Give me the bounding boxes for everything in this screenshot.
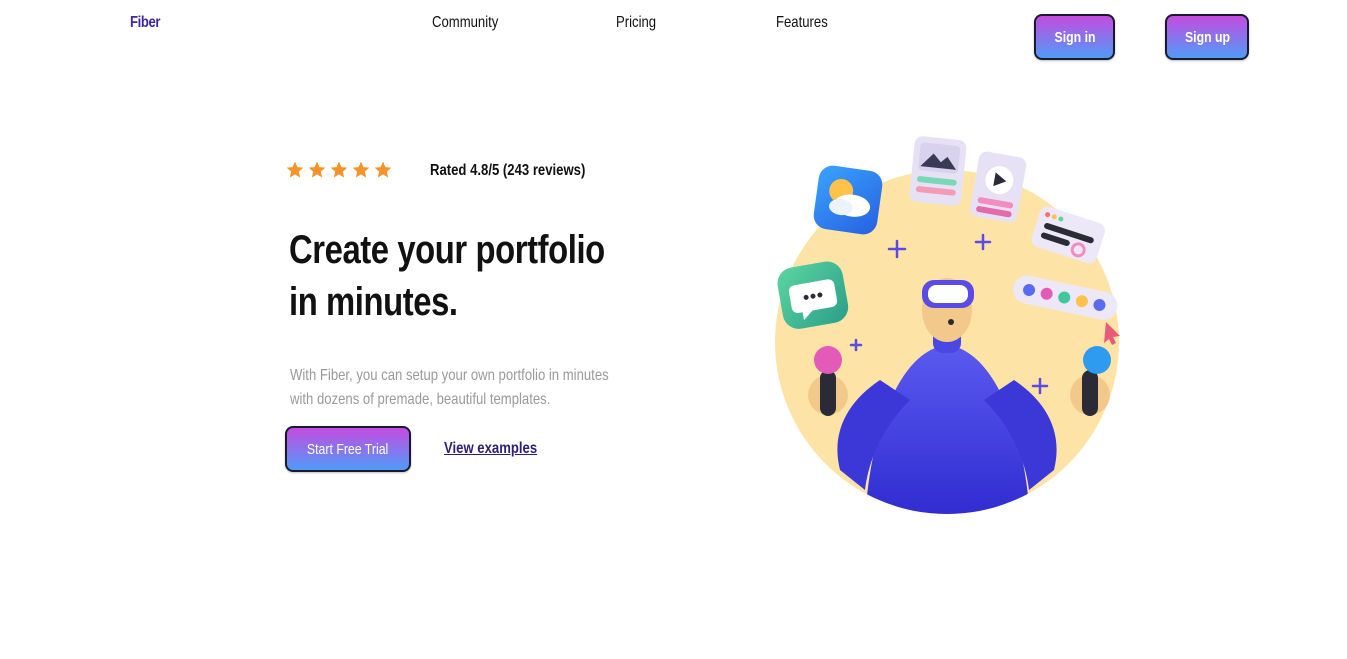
headline-line-1: Create your portfolio (289, 228, 605, 272)
hero-headline: Create your portfolio in minutes. (289, 224, 633, 328)
right-controller-ball (1083, 346, 1111, 374)
star-icon (374, 161, 392, 178)
hero-description: With Fiber, you can setup your own portf… (290, 367, 609, 408)
nav-link-pricing[interactable]: Pricing (616, 14, 656, 32)
weather-app-icon (813, 165, 883, 235)
star-icon (330, 161, 348, 178)
star-icon (352, 161, 370, 178)
logo[interactable]: Fiber (130, 14, 160, 32)
start-free-trial-label: Start Free Trial (307, 440, 389, 458)
sign-up-label: Sign up (1184, 28, 1230, 46)
nav-link-community[interactable]: Community (432, 14, 498, 32)
star-icon (286, 161, 304, 178)
sign-in-label: Sign in (1054, 28, 1095, 46)
vr-headset-lens (928, 285, 968, 303)
image-card-icon (909, 136, 967, 206)
star-icon (308, 161, 326, 178)
headline-line-2: in minutes. (289, 280, 458, 324)
person-eye (948, 319, 954, 325)
chat-bubble-icon (777, 261, 849, 329)
sign-up-button[interactable]: Sign up (1165, 14, 1249, 60)
nav-link-features[interactable]: Features (776, 14, 828, 32)
left-controller-ball (814, 346, 842, 374)
view-examples-link[interactable]: View examples (444, 440, 537, 458)
left-controller-handle (820, 370, 836, 416)
right-controller-handle (1082, 370, 1098, 416)
sign-in-button[interactable]: Sign in (1034, 14, 1115, 60)
hero-illustration (775, 136, 1120, 514)
rating-text: Rated 4.8/5 (243 reviews) (430, 162, 586, 179)
rating-stars (285, 160, 393, 180)
start-free-trial-button[interactable]: Start Free Trial (285, 426, 411, 472)
